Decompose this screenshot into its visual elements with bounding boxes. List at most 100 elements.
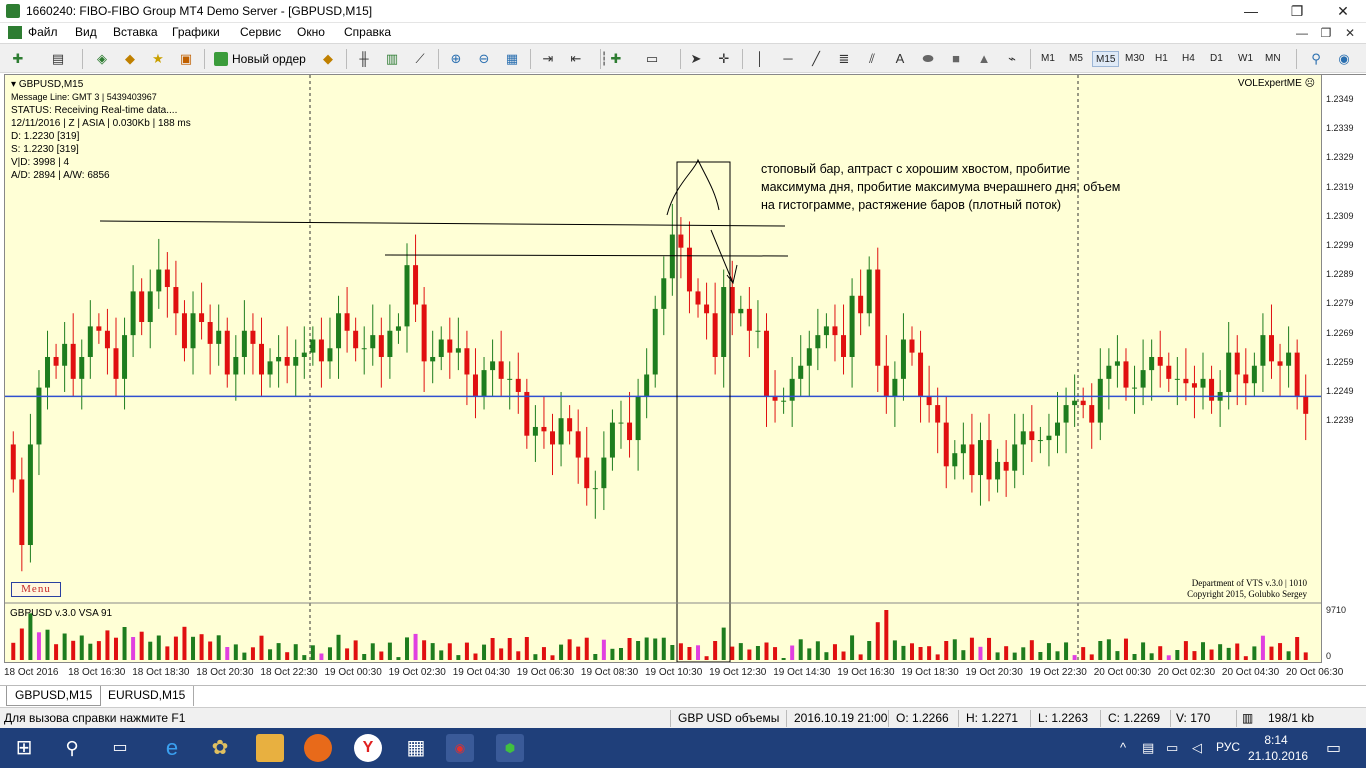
tray-network-icon[interactable]: ▤ — [1142, 740, 1154, 756]
horizontal-line-icon[interactable]: ─ — [778, 49, 798, 69]
menu-help[interactable]: Справка — [344, 25, 391, 39]
timeframe-m5[interactable]: M5 — [1066, 51, 1086, 67]
start-windows-icon[interactable]: ⊞ — [10, 734, 38, 762]
candle-body — [27, 444, 33, 546]
menu-window[interactable]: Окно — [297, 25, 325, 39]
mdi-chart-icon[interactable] — [8, 26, 22, 39]
paint-icon[interactable]: ✿ — [206, 734, 234, 762]
chart-window[interactable]: ▾ GBPUSD,M15 Message Line: GMT 3 | 54394… — [4, 74, 1322, 663]
menu-view[interactable]: Вид — [75, 25, 97, 39]
timeframe-m15[interactable]: M15 — [1092, 51, 1120, 67]
timeframe-m1[interactable]: M1 — [1038, 51, 1058, 67]
status-low: L: 1.2263 — [1038, 711, 1089, 725]
fibo-fan-icon[interactable]: ⌁ — [1002, 49, 1022, 69]
chart-annotation-text[interactable]: стоповый бар, аптраст с хорошим хвостом,… — [761, 160, 1131, 214]
vertical-line-icon[interactable]: │ — [750, 49, 770, 69]
timeframe-d1[interactable]: D1 — [1207, 51, 1226, 67]
edge-browser-icon[interactable]: e — [158, 734, 186, 762]
tab-eurusd-m15[interactable]: EURUSD,M15 — [100, 686, 195, 706]
task-view-icon[interactable]: ▭ — [106, 734, 134, 762]
connection-icon: ▥ — [1242, 711, 1254, 725]
tray-device-icon[interactable]: ▭ — [1166, 740, 1178, 756]
menu-insert[interactable]: Вставка — [113, 25, 158, 39]
new-order-button[interactable]: Новый ордер — [214, 49, 306, 69]
menu-file[interactable]: Файл — [28, 25, 58, 39]
mdi-close-button[interactable]: ✕ — [1338, 23, 1362, 43]
volume-bar — [464, 642, 469, 660]
line-chart-icon[interactable]: ⟋ — [410, 49, 430, 69]
autoscroll-icon[interactable]: ⇤ — [566, 49, 586, 69]
profiles-icon[interactable]: ▤ — [48, 49, 68, 69]
navigator-icon[interactable]: ★ — [148, 49, 168, 69]
menu-charts[interactable]: Графики — [172, 25, 220, 39]
mdi-minimize-button[interactable]: — — [1290, 23, 1314, 43]
price-axis[interactable]: 1.2349 1.2339 1.2329 1.2319 1.2309 1.2299 1.22… — [1322, 74, 1366, 663]
timeframe-m30[interactable]: M30 — [1122, 51, 1147, 67]
indicator-menu-button[interactable]: Menu — [11, 582, 61, 597]
templates-icon[interactable]: ▭ — [642, 49, 662, 69]
minimize-button[interactable]: — — [1228, 0, 1274, 23]
candle-body — [113, 348, 119, 379]
ellipse-icon[interactable]: ⬬ — [918, 49, 938, 69]
channel-icon[interactable]: ⫽ — [862, 49, 882, 69]
yandex-browser-icon[interactable]: Y — [354, 734, 382, 762]
rectangle-icon[interactable]: ■ — [946, 49, 966, 69]
market-watch-icon[interactable]: ◈ — [92, 49, 112, 69]
volume-bar — [567, 639, 572, 660]
timeframe-mn[interactable]: MN — [1262, 51, 1284, 67]
mt4-taskbar-icon[interactable]: ◉ — [446, 734, 474, 762]
tab-gbpusd-m15[interactable]: GBPUSD,M15 — [6, 686, 102, 706]
calculator-icon[interactable]: ▦ — [402, 734, 430, 762]
terminal-icon[interactable]: ▣ — [176, 49, 196, 69]
file-explorer-icon[interactable] — [256, 734, 284, 762]
volume-bar — [131, 637, 136, 660]
price-axis-label: 1.2319 — [1326, 181, 1354, 192]
menu-tools[interactable]: Сервис — [240, 25, 281, 39]
data-window-icon[interactable]: ◆ — [120, 49, 140, 69]
text-tool-icon[interactable]: A — [890, 49, 910, 69]
triangle-icon[interactable]: ▲ — [974, 49, 994, 69]
volume-bar — [601, 639, 606, 660]
tray-chevron-icon[interactable]: ^ — [1120, 740, 1126, 755]
tray-clock[interactable]: 8:14 21.10.2016 — [1248, 732, 1308, 764]
indicators-icon[interactable]: ✚ — [606, 49, 626, 69]
timeframe-h4[interactable]: H4 — [1179, 51, 1198, 67]
candle-body — [909, 339, 915, 353]
maximize-button[interactable]: ❐ — [1274, 0, 1320, 23]
timeframe-w1[interactable]: W1 — [1235, 51, 1256, 67]
candle-body — [481, 370, 487, 397]
timeframe-h1[interactable]: H1 — [1152, 51, 1171, 67]
trendline-icon[interactable]: ╱ — [806, 49, 826, 69]
candle-body — [892, 378, 898, 397]
crosshair-icon[interactable]: ✛ — [714, 49, 734, 69]
candle-body — [19, 479, 25, 546]
chart-shift-icon[interactable]: ⇥ — [538, 49, 558, 69]
mt4-alt-taskbar-icon[interactable]: ⬢ — [496, 734, 524, 762]
firefox-icon[interactable] — [304, 734, 332, 762]
bar-chart-icon[interactable]: ╫ — [354, 49, 374, 69]
volume-bar — [362, 654, 367, 660]
action-center-icon[interactable]: ▭ — [1326, 738, 1341, 758]
search-icon[interactable]: ⚲ — [1306, 49, 1326, 69]
candle-body — [284, 356, 290, 366]
zoom-in-icon[interactable]: ⊕ — [446, 49, 466, 69]
info-status: STATUS: Receiving Real-time data.... — [11, 105, 178, 116]
candle-body — [678, 234, 684, 248]
tile-windows-icon[interactable]: ▦ — [502, 49, 522, 69]
new-chart-icon[interactable]: ✚ — [8, 49, 28, 69]
fibonacci-icon[interactable]: ≣ — [834, 49, 854, 69]
mdi-restore-button[interactable]: ❐ — [1314, 23, 1338, 43]
info-message-line: Message Line: GMT 3 | 5439403967 — [11, 92, 157, 102]
account-icon[interactable]: ◉ — [1334, 49, 1354, 69]
search-taskbar-icon[interactable]: ⚲ — [58, 734, 86, 762]
candlestick-chart-icon[interactable]: ▥ — [382, 49, 402, 69]
cursor-icon[interactable]: ➤ — [686, 49, 706, 69]
candle-body — [1166, 365, 1172, 379]
time-axis[interactable]: 18 Oct 2016 18 Oct 16:30 18 Oct 18:30 18 Oc… — [0, 663, 1366, 683]
volume-bar — [19, 628, 24, 660]
autotrading-icon[interactable]: ◆ — [318, 49, 338, 69]
zoom-out-icon[interactable]: ⊖ — [474, 49, 494, 69]
tray-language[interactable]: РУС — [1216, 740, 1240, 754]
tray-volume-icon[interactable]: ◁ — [1192, 740, 1202, 756]
close-button[interactable]: ✕ — [1320, 0, 1366, 23]
